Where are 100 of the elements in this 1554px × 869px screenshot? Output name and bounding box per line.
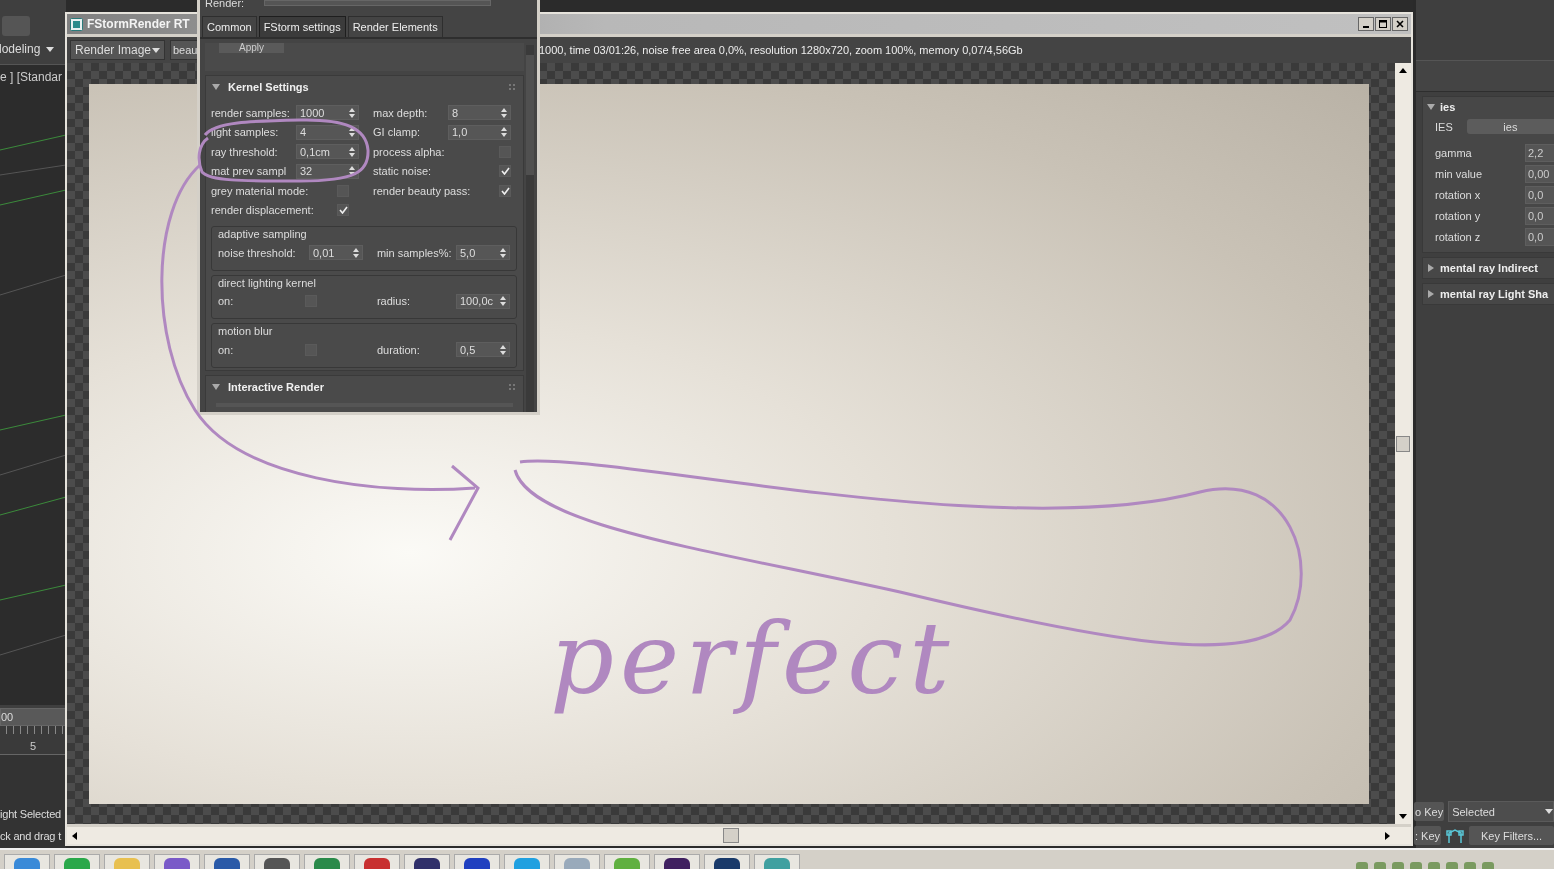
param-label: gamma <box>1435 147 1472 159</box>
spinner-field[interactable]: 5,0 <box>456 245 510 261</box>
rollout-title[interactable]: mental ray Light Sha <box>1440 288 1549 300</box>
ies-file-button[interactable]: ies <box>1466 119 1554 134</box>
render-field[interactable] <box>264 0 492 6</box>
tray-icon[interactable] <box>1482 862 1494 869</box>
close-icon <box>1396 20 1404 28</box>
spinner-field[interactable]: 8 <box>448 105 511 121</box>
spinner-arrows-icon <box>501 127 507 138</box>
key-mode-icon <box>1445 826 1466 845</box>
taskbar-button[interactable] <box>204 854 250 869</box>
taskbar-button[interactable] <box>254 854 300 869</box>
spinner-field[interactable]: 4 <box>296 124 359 140</box>
window-title: FStormRender RT <box>87 17 190 31</box>
tray-icon[interactable] <box>1392 862 1404 869</box>
handwritten-note: perfect <box>550 600 956 717</box>
caret-icon <box>152 47 160 53</box>
field-label: ray threshold: <box>211 145 278 158</box>
taskbar-button[interactable] <box>704 854 750 869</box>
spinner-field[interactable]: 100,0c <box>456 293 510 309</box>
field-label: render beauty pass: <box>373 184 471 197</box>
param-label: min value <box>1435 168 1483 180</box>
rollout-title[interactable]: Kernel Settings <box>228 81 501 93</box>
checkbox[interactable] <box>499 165 511 178</box>
ies-label: IES <box>1435 120 1453 133</box>
auto-key-button[interactable]: o Key <box>1414 802 1445 821</box>
render-status-text: 1000, time 03/01:26, noise free area 0,0%, resolution 1280x720, zoom 100%, memory 0,07/4,56Gb <box>539 44 1023 56</box>
field-label: on: <box>218 295 234 308</box>
selection-dropdown[interactable]: Selected <box>1448 801 1554 822</box>
tray-icon[interactable] <box>1428 862 1440 869</box>
rollout-title[interactable]: ies <box>1440 101 1456 113</box>
spinner-arrows-icon <box>349 127 355 138</box>
scrollbar[interactable] <box>526 45 534 412</box>
tick-label: 5 <box>29 740 37 754</box>
tray-icon[interactable] <box>1464 862 1476 869</box>
spinner-arrows-icon <box>500 247 506 258</box>
rollout-title[interactable]: mental ray Indirect <box>1440 262 1538 274</box>
rollout-title[interactable]: Interactive Render <box>228 380 501 393</box>
spinner-field[interactable]: 32 <box>296 163 359 179</box>
spinner-field[interactable]: 0,1cm <box>296 144 359 160</box>
value-field[interactable]: 2,2 <box>1525 144 1554 162</box>
checkbox[interactable] <box>337 204 349 217</box>
vertical-scrollbar[interactable] <box>1395 63 1411 824</box>
field-label: mat prev sampl <box>211 165 287 178</box>
field-label: radius: <box>376 295 410 308</box>
field-label: render samples: <box>211 106 290 119</box>
value-field[interactable]: 0,0 <box>1525 207 1554 225</box>
value-field[interactable]: 0,00 <box>1525 165 1554 183</box>
minimize-button[interactable] <box>1358 17 1374 31</box>
field-label: static noise: <box>373 165 432 178</box>
key-filters-button[interactable]: Key Filters... <box>1469 826 1554 845</box>
group-title: motion blur <box>218 325 274 337</box>
tray-icon[interactable] <box>1374 862 1386 869</box>
frame-number-field: 00 <box>0 708 66 726</box>
spinner-field[interactable]: 1,0 <box>448 124 511 140</box>
value-field[interactable]: 0,0 <box>1525 228 1554 246</box>
spinner-arrows-icon <box>352 247 359 258</box>
grip-icon <box>509 84 515 90</box>
workspace-dropdown[interactable]: lodeling <box>0 40 66 58</box>
field-label: on: <box>218 343 234 356</box>
status-text: ight Selected <box>0 808 62 820</box>
spinner-arrows-icon <box>500 296 506 307</box>
tray-icon[interactable] <box>1356 862 1368 869</box>
taskbar-button[interactable] <box>654 854 700 869</box>
taskbar-button[interactable] <box>454 854 500 869</box>
tab[interactable]: Render Elements <box>347 16 443 37</box>
group-title: direct lighting kernel <box>218 276 317 289</box>
app-icon <box>70 17 83 31</box>
field-label: GI clamp: <box>373 126 421 139</box>
scroll-thumb[interactable] <box>723 828 739 843</box>
maximize-button[interactable] <box>1375 17 1391 31</box>
status-text: ck and drag t <box>0 830 63 842</box>
tray-icon[interactable] <box>1410 862 1422 869</box>
scroll-thumb[interactable] <box>1396 435 1410 452</box>
taskbar-button[interactable] <box>404 854 450 869</box>
field-label: duration: <box>376 343 420 356</box>
checkbox[interactable] <box>499 184 511 197</box>
viewport-label: e ] [Standar <box>0 69 64 84</box>
value-field[interactable]: 0,0 <box>1525 186 1554 204</box>
spinner-arrows-icon <box>349 166 355 177</box>
tray-icon[interactable] <box>1446 862 1458 869</box>
spinner-arrows-icon <box>500 344 506 355</box>
tab[interactable]: Common <box>202 16 257 37</box>
param-label: rotation x <box>1435 189 1481 201</box>
channel-dropdown[interactable]: Render Image <box>70 40 165 60</box>
horizontal-scrollbar[interactable] <box>67 827 1411 844</box>
grip-icon <box>509 383 515 390</box>
spinner-field[interactable]: 0,5 <box>456 342 510 358</box>
spinner-arrows-icon <box>349 107 355 118</box>
apply-button[interactable]: Apply <box>219 43 284 53</box>
close-button[interactable] <box>1392 17 1408 31</box>
spinner-field[interactable]: 1000 <box>296 105 359 121</box>
tab[interactable]: FStorm settings <box>258 16 346 37</box>
set-key-button[interactable]: : Key <box>1414 826 1442 845</box>
spinner-field[interactable]: 0,01 <box>308 245 363 261</box>
field-label: process alpha: <box>373 145 445 158</box>
field-label: noise threshold: <box>218 246 296 259</box>
spinner-arrows-icon <box>349 146 355 157</box>
field-label: grey material mode: <box>211 184 309 197</box>
param-label: rotation z <box>1435 231 1481 243</box>
